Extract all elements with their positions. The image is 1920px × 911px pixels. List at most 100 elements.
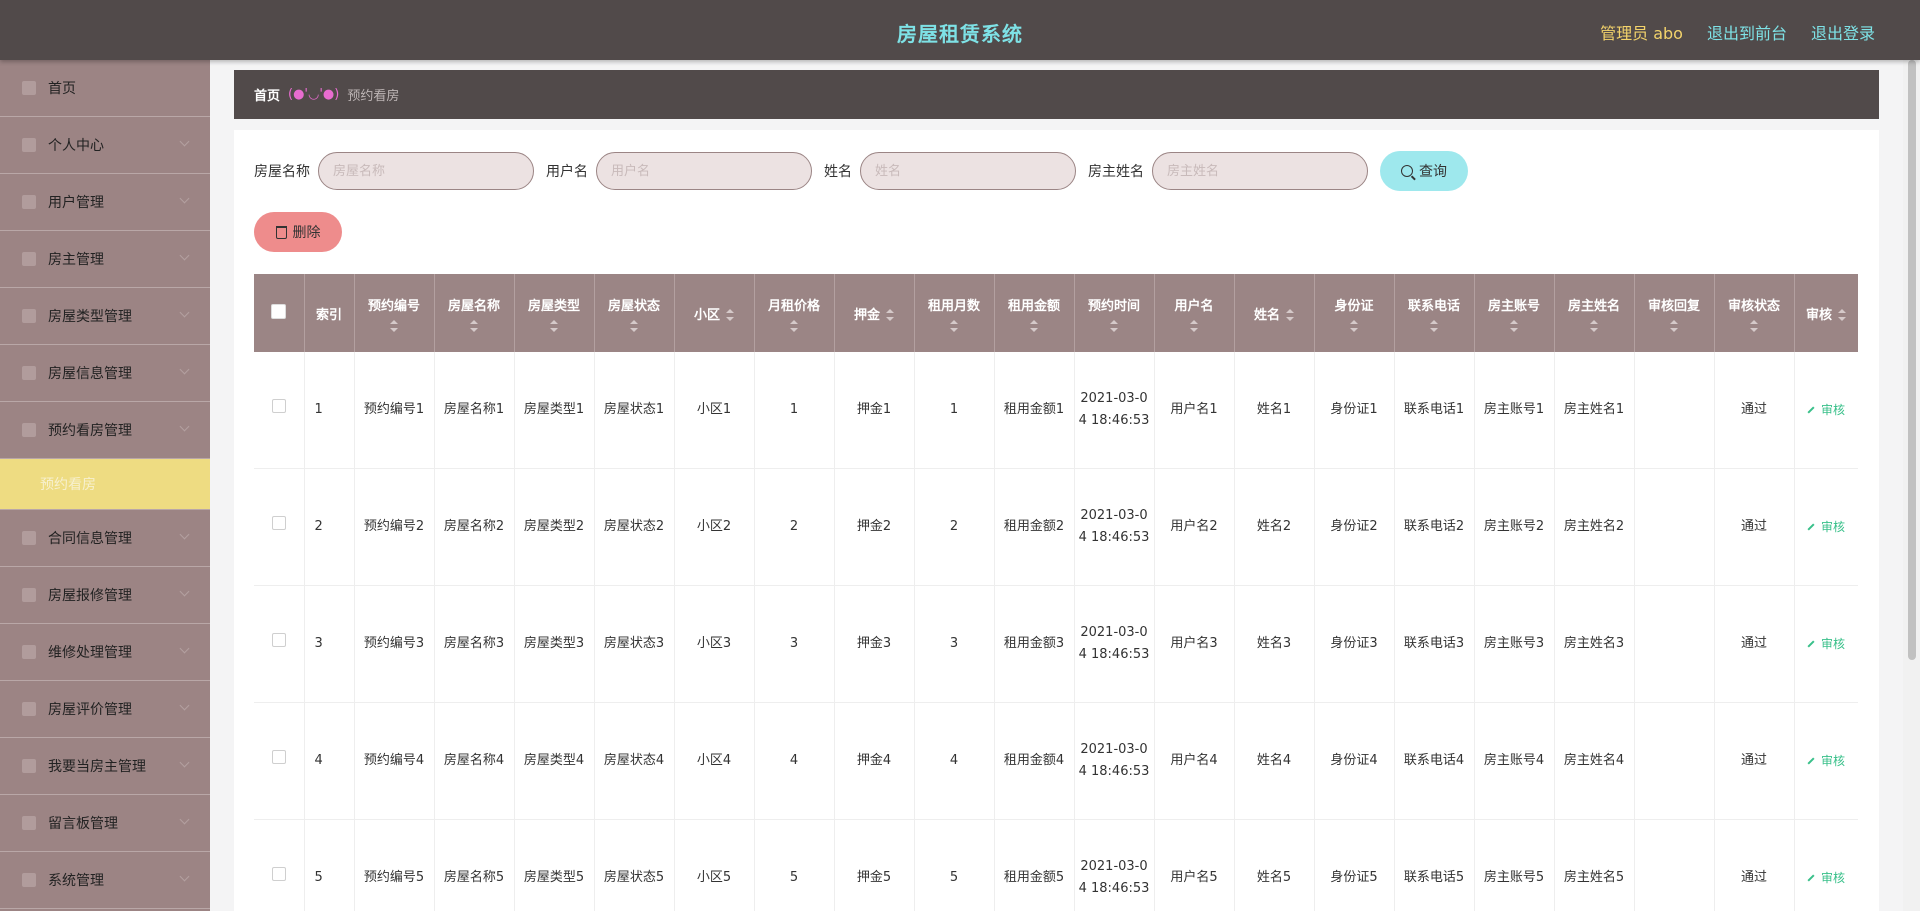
column-header[interactable]: 小区: [674, 274, 755, 352]
sort-icon[interactable]: [550, 319, 558, 332]
scrollbar-thumb[interactable]: [1908, 60, 1916, 660]
column-header[interactable]: 审核回复: [1634, 274, 1715, 352]
sort-icon[interactable]: [630, 319, 638, 332]
table-cell: 押金3: [834, 585, 915, 703]
audit-link[interactable]: 审核: [1807, 637, 1845, 651]
sort-icon[interactable]: [1350, 319, 1358, 332]
sidebar-item[interactable]: 用户管理: [0, 174, 210, 231]
table-cell: 租用金额4: [994, 702, 1075, 820]
column-header[interactable]: 姓名: [1234, 274, 1315, 352]
sidebar-item[interactable]: 维修处理管理: [0, 624, 210, 681]
table-body: 1 预约编号1 房屋名称1 房屋类型1 房屋状态1 小区1 1 押金1 1 租用金额1 2021-0…: [254, 352, 1858, 911]
row-checkbox[interactable]: [271, 750, 286, 764]
front-link[interactable]: 退出到前台: [1707, 20, 1787, 44]
sidebar-item-label: 用户管理: [48, 195, 104, 211]
search-button-label: 查询: [1419, 164, 1447, 180]
chevron-down-icon: [179, 700, 190, 711]
sort-icon[interactable]: [1670, 319, 1678, 332]
sort-icon[interactable]: [950, 319, 958, 332]
column-header[interactable]: 审核: [1794, 274, 1858, 352]
search-button[interactable]: 查询: [1380, 151, 1468, 191]
column-header[interactable]: 月租价格: [754, 274, 835, 352]
column-header[interactable]: 审核状态: [1714, 274, 1795, 352]
owner-name-input[interactable]: [1152, 152, 1368, 190]
table-cell: 房主姓名5: [1554, 819, 1635, 911]
column-header-label: 房屋类型: [527, 298, 580, 314]
audit-link[interactable]: 审核: [1807, 520, 1845, 534]
row-checkbox[interactable]: [271, 633, 286, 647]
table-cell: 2: [914, 468, 995, 586]
table-cell: 1: [914, 352, 995, 469]
table-cell: 姓名1: [1234, 352, 1315, 469]
table-cell: [1634, 352, 1715, 469]
sidebar-item[interactable]: 留言板管理: [0, 795, 210, 852]
sidebar-item[interactable]: 我要当房主管理: [0, 738, 210, 795]
sort-icon[interactable]: [1030, 319, 1038, 332]
tool-icon: [22, 645, 36, 659]
row-checkbox[interactable]: [271, 516, 286, 530]
sidebar-item[interactable]: 合同信息管理: [0, 510, 210, 567]
username-input[interactable]: [596, 152, 812, 190]
table-cell: 租用金额3: [994, 585, 1075, 703]
table-cell: 联系电话3: [1394, 585, 1475, 703]
audit-link[interactable]: 审核: [1807, 403, 1845, 417]
sort-icon[interactable]: [470, 319, 478, 332]
row-checkbox[interactable]: [271, 867, 286, 881]
sort-icon[interactable]: [1838, 309, 1846, 321]
page-scrollbar[interactable]: [1903, 60, 1920, 911]
table-cell: 房屋状态4: [594, 702, 675, 820]
sidebar-subitem-active[interactable]: 预约看房: [0, 459, 210, 510]
column-header[interactable]: 押金: [834, 274, 915, 352]
logout-link[interactable]: 退出登录: [1811, 20, 1875, 44]
sidebar-item[interactable]: 房屋信息管理: [0, 345, 210, 402]
sidebar-item[interactable]: 预约看房管理: [0, 402, 210, 459]
column-header[interactable]: 租用月数: [914, 274, 995, 352]
sort-icon[interactable]: [790, 319, 798, 332]
breadcrumb-home[interactable]: 首页: [254, 85, 280, 104]
sort-icon[interactable]: [1286, 309, 1294, 321]
sort-icon[interactable]: [886, 309, 894, 321]
select-all-checkbox[interactable]: [271, 303, 287, 319]
column-header[interactable]: 用户名: [1154, 274, 1235, 352]
column-header[interactable]: 房屋类型: [514, 274, 595, 352]
row-checkbox[interactable]: [271, 399, 286, 413]
sort-icon[interactable]: [1510, 319, 1518, 332]
sort-icon[interactable]: [1430, 319, 1438, 332]
sort-icon[interactable]: [1110, 319, 1118, 332]
table-cell: 用户名1: [1154, 352, 1235, 469]
column-header[interactable]: 预约时间: [1074, 274, 1155, 352]
sidebar-item[interactable]: 个人中心: [0, 117, 210, 174]
sidebar-item-label: 房屋评价管理: [48, 702, 132, 718]
sidebar-item[interactable]: 房屋报修管理: [0, 567, 210, 624]
sidebar-item[interactable]: 房主管理: [0, 231, 210, 288]
column-header[interactable]: 房屋状态: [594, 274, 675, 352]
house-name-input[interactable]: [318, 152, 534, 190]
table-cell: [1634, 468, 1715, 586]
audit-link[interactable]: 审核: [1807, 871, 1845, 885]
column-header[interactable]: 房主账号: [1474, 274, 1555, 352]
sidebar-item[interactable]: 房屋类型管理: [0, 288, 210, 345]
column-header[interactable]: 预约编号: [354, 274, 435, 352]
sort-icon[interactable]: [1190, 319, 1198, 332]
column-header[interactable]: 身份证: [1314, 274, 1395, 352]
sort-icon[interactable]: [1590, 319, 1598, 332]
column-header-label: 审核: [1805, 307, 1832, 323]
column-header[interactable]: 房主姓名: [1554, 274, 1635, 352]
sidebar-item[interactable]: 房屋评价管理: [0, 681, 210, 738]
table-cell: 联系电话1: [1394, 352, 1475, 469]
column-header[interactable]: 联系电话: [1394, 274, 1475, 352]
delete-button[interactable]: 删除: [254, 212, 342, 252]
column-header[interactable]: 房屋名称: [434, 274, 515, 352]
sidebar-item[interactable]: 首页: [0, 60, 210, 117]
name-input[interactable]: [860, 152, 1076, 190]
table-cell: 通过: [1714, 352, 1795, 469]
sidebar-item[interactable]: 系统管理: [0, 852, 210, 909]
table-cell: 审核: [1794, 585, 1858, 703]
table-cell: 房主账号4: [1474, 702, 1555, 820]
sort-icon[interactable]: [1750, 319, 1758, 332]
audit-link[interactable]: 审核: [1807, 754, 1845, 768]
sort-icon[interactable]: [726, 309, 734, 321]
sort-icon[interactable]: [390, 319, 398, 332]
column-header[interactable]: 租用金额: [994, 274, 1075, 352]
column-header[interactable]: 索引: [304, 274, 355, 352]
